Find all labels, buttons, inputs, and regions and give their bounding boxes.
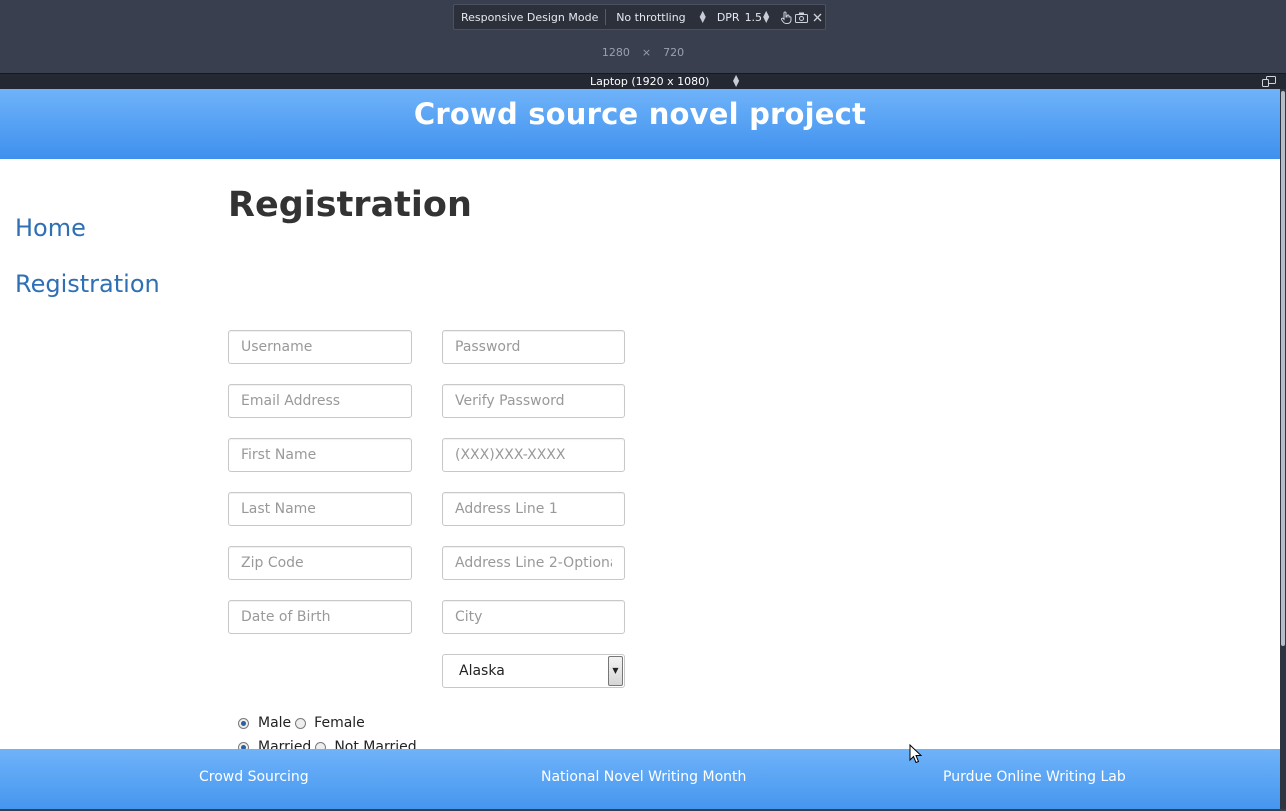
page-scrollbar[interactable]: [1280, 89, 1286, 809]
footer-link-purdue-owl[interactable]: Purdue Online Writing Lab: [943, 769, 1126, 785]
site-title: Crowd source novel project: [413, 97, 867, 131]
chevron-down-icon[interactable]: ▼: [608, 656, 623, 686]
device-selector[interactable]: Laptop (1920 x 1080): [590, 75, 709, 88]
city-input[interactable]: [442, 600, 625, 634]
verify-password-input[interactable]: [442, 384, 625, 418]
address-line-2-input[interactable]: [442, 546, 625, 580]
address-line-1-input[interactable]: [442, 492, 625, 526]
page-title: Registration: [228, 185, 472, 225]
throttling-select[interactable]: No throttling ▲ ▼: [606, 5, 713, 29]
viewport-width[interactable]: 1280: [602, 46, 630, 59]
footer-link-nanowrimo[interactable]: National Novel Writing Month: [541, 769, 746, 785]
page-viewport: Crowd source novel project Home Registra…: [0, 89, 1280, 809]
viewport-dimensions[interactable]: 1280 × 720: [0, 46, 1286, 59]
dimension-separator: ×: [641, 46, 652, 59]
female-radio[interactable]: [295, 717, 307, 729]
gender-radio-group: Male Female: [238, 715, 369, 731]
rotate-device-icon[interactable]: [1261, 75, 1277, 88]
first-name-input[interactable]: [228, 438, 412, 472]
mouse-cursor-icon: [909, 744, 923, 764]
last-name-input[interactable]: [228, 492, 412, 526]
site-footer: Crowd Sourcing National Novel Writing Mo…: [0, 749, 1280, 809]
female-label: Female: [314, 715, 365, 731]
device-selector-bar: Laptop (1920 x 1080) ▲ ▼: [0, 73, 1286, 89]
touch-simulation-icon[interactable]: [778, 8, 794, 26]
phone-input[interactable]: [442, 438, 625, 472]
state-select-value: Alaska: [459, 663, 505, 679]
scrollbar-thumb[interactable]: [1281, 91, 1285, 646]
password-input[interactable]: [442, 330, 625, 364]
male-label: Male: [258, 715, 292, 731]
rdm-mode-label: Responsive Design Mode: [461, 10, 599, 24]
email-input[interactable]: [228, 384, 412, 418]
chevron-updown-icon: ▲ ▼: [699, 9, 706, 24]
chevron-updown-icon[interactable]: ▲ ▼: [733, 74, 739, 88]
throttling-value: No throttling: [616, 10, 686, 24]
footer-link-crowd-sourcing[interactable]: Crowd Sourcing: [199, 769, 309, 785]
screenshot-camera-icon[interactable]: [794, 8, 810, 26]
side-nav: Home Registration: [15, 207, 160, 319]
date-of-birth-input[interactable]: [228, 600, 412, 634]
nav-link-registration[interactable]: Registration: [15, 263, 160, 319]
responsive-design-toolbar-area: Responsive Design Mode No throttling ▲ ▼ …: [0, 0, 1286, 73]
state-select[interactable]: Alaska ▼: [442, 654, 625, 688]
zip-code-input[interactable]: [228, 546, 412, 580]
site-header: Crowd source novel project: [0, 89, 1280, 159]
responsive-design-toolbar: Responsive Design Mode No throttling ▲ ▼ …: [453, 4, 826, 30]
dpr-value: 1.5: [744, 10, 763, 24]
chevron-updown-icon: ▲ ▼: [763, 9, 770, 24]
username-input[interactable]: [228, 330, 412, 364]
dpr-select[interactable]: DPR 1.5 ▲ ▼: [713, 5, 776, 29]
nav-link-home[interactable]: Home: [15, 207, 160, 263]
dpr-label: DPR: [716, 10, 740, 24]
close-icon[interactable]: [809, 8, 825, 26]
viewport-height[interactable]: 720: [663, 46, 684, 59]
male-radio[interactable]: [238, 717, 249, 729]
